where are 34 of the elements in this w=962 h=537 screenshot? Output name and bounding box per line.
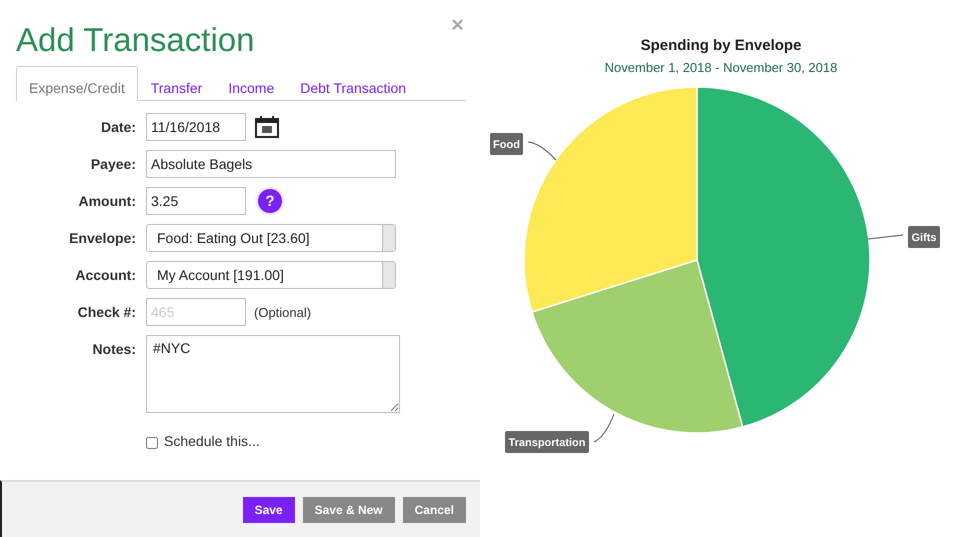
help-button[interactable]: ? <box>258 189 282 213</box>
field-label: Amount: <box>77 192 136 211</box>
date-field[interactable]: 11/16/2018 <box>146 113 246 141</box>
dropdown[interactable]: My Account [191.00] <box>146 261 396 289</box>
tab[interactable]: Expense/Credit <box>16 66 138 101</box>
leader-line <box>594 414 614 442</box>
footer-button[interactable]: Save <box>242 496 295 522</box>
slice-label: Transportation <box>505 431 589 453</box>
leader-line <box>528 142 556 160</box>
chart-title: Spending by Envelope <box>640 37 802 54</box>
optional-hint: (Optional) <box>254 304 312 320</box>
field-label: Account: <box>74 266 136 285</box>
field-label: Date: <box>100 118 136 137</box>
chart-subtitle: November 1, 2018 - November 30, 2018 <box>604 60 838 75</box>
slice-label: Gifts <box>908 226 940 248</box>
field-label: Notes: <box>91 340 136 359</box>
calendar-icon[interactable] <box>254 115 280 139</box>
notes-field[interactable]: #NYC <box>146 335 400 413</box>
dropdown[interactable]: Food: Eating Out [23.60] <box>146 224 396 252</box>
checkbox-label: Schedule this... <box>164 433 260 449</box>
tab[interactable]: Transfer <box>138 66 216 101</box>
leader-line <box>868 234 904 240</box>
payee-field[interactable]: Absolute Bagels <box>146 150 396 178</box>
schedule-checkbox[interactable] <box>146 436 158 448</box>
footer-button[interactable]: Cancel <box>402 496 466 522</box>
footer-button[interactable]: Save & New <box>302 496 395 522</box>
amount-field[interactable]: 3.25 <box>146 187 246 215</box>
field-label: Payee: <box>90 155 136 174</box>
field-label: Envelope: <box>68 229 136 248</box>
field-label: Check #: <box>76 303 136 322</box>
slice-label: Food <box>490 133 523 155</box>
tab[interactable]: Income <box>215 66 288 101</box>
tab[interactable]: Debt Transaction <box>287 66 420 101</box>
dialog-title: Add Transaction <box>16 20 254 60</box>
